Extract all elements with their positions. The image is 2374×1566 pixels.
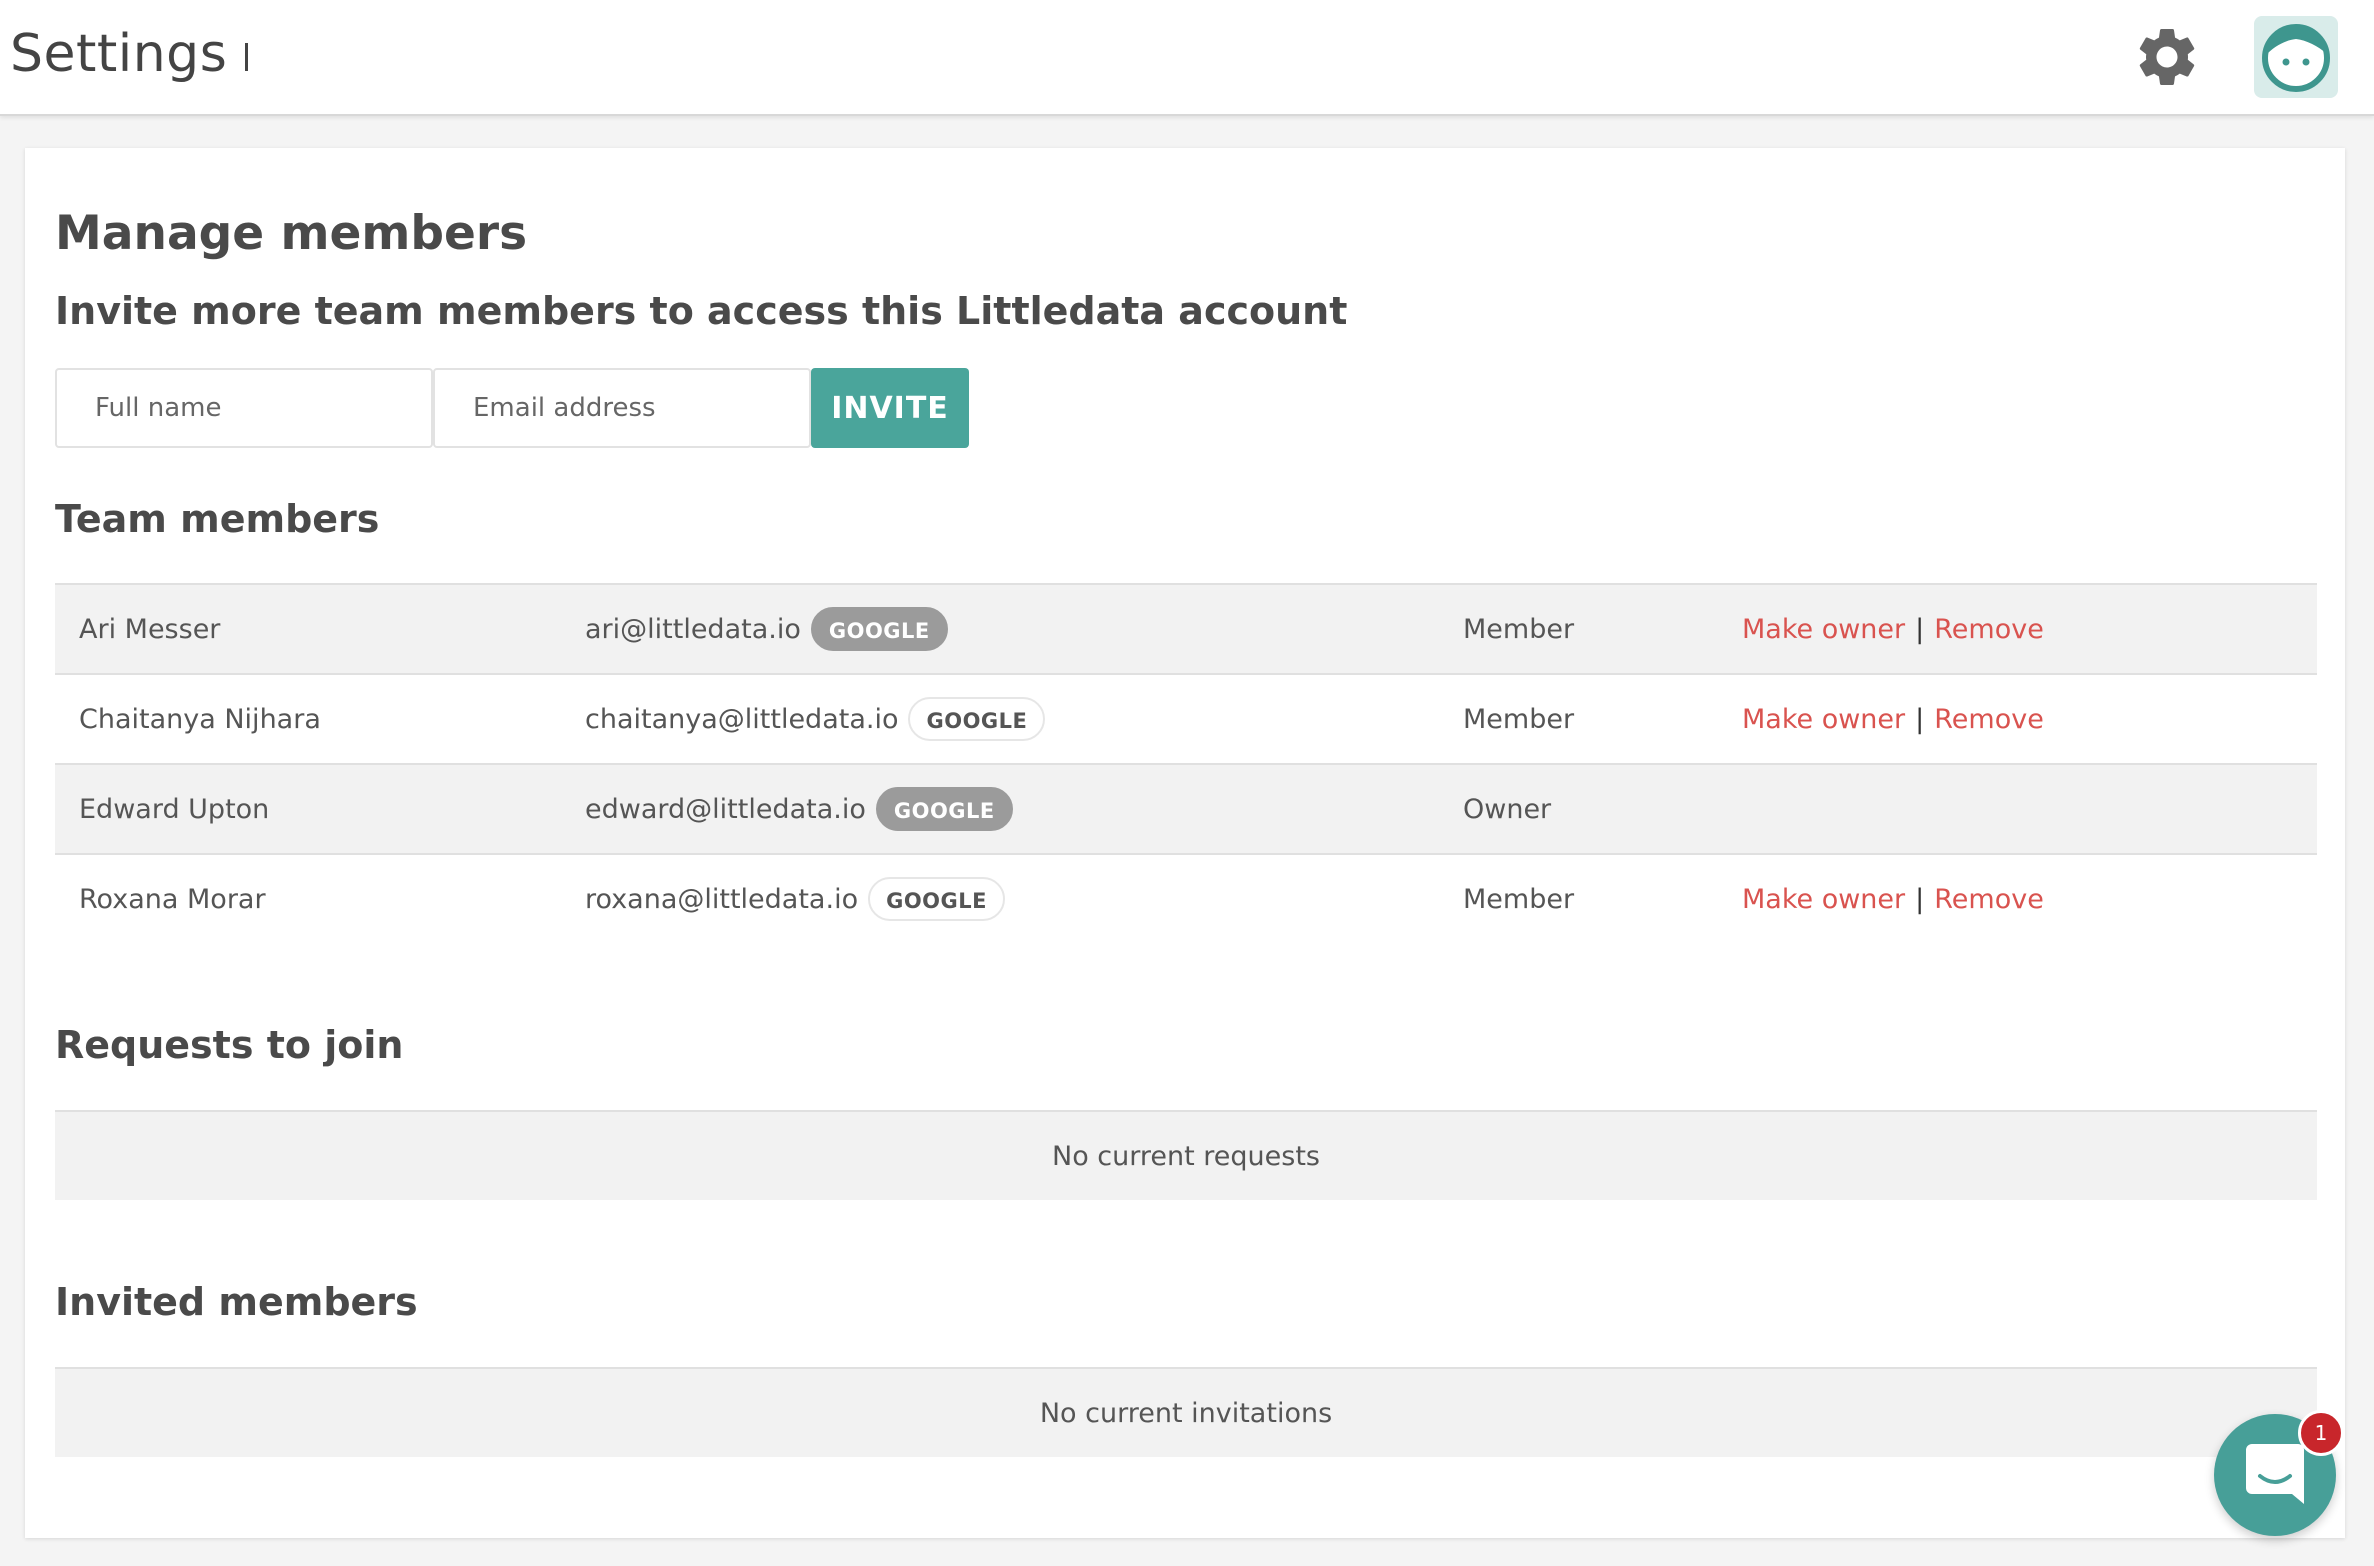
manage-members-card: Manage members Invite more team members …: [25, 148, 2345, 1538]
action-separator: |: [1915, 613, 1925, 645]
member-email-cell: chaitanya@littledata.io GOOGLE: [585, 675, 1046, 763]
remove-link[interactable]: Remove: [1934, 614, 2044, 645]
manage-members-heading: Manage members: [55, 206, 528, 261]
chat-bubble-icon: [2246, 1444, 2304, 1504]
member-email-cell: ari@littledata.io GOOGLE: [585, 585, 948, 673]
member-name: Roxana Morar: [79, 883, 266, 915]
remove-link[interactable]: Remove: [1934, 704, 2044, 735]
requests-empty-state: No current requests: [55, 1110, 2317, 1200]
member-email-cell: roxana@littledata.io GOOGLE: [585, 855, 1005, 943]
remove-link[interactable]: Remove: [1934, 884, 2044, 915]
google-badge: GOOGLE: [868, 877, 1005, 921]
table-row: Chaitanya Nijhara chaitanya@littledata.i…: [55, 675, 2317, 765]
action-separator: |: [1915, 703, 1925, 735]
member-email: edward@littledata.io: [585, 793, 866, 825]
table-row: Roxana Morar roxana@littledata.io GOOGLE…: [55, 855, 2317, 945]
gear-icon: [2139, 28, 2195, 85]
member-actions: Make owner | Remove: [1742, 585, 2044, 673]
invited-members-heading: Invited members: [55, 1280, 418, 1324]
page-title: Settings: [10, 22, 249, 86]
member-role: Owner: [1463, 793, 1552, 825]
google-badge: GOOGLE: [810, 607, 948, 651]
team-members-heading: Team members: [55, 497, 380, 541]
member-role: Member: [1463, 703, 1575, 735]
member-email: ari@littledata.io: [585, 613, 801, 645]
member-name: Chaitanya Nijhara: [79, 703, 321, 735]
invite-form: INVITE: [55, 368, 969, 448]
unread-count-badge: 1: [2298, 1410, 2344, 1456]
google-badge: GOOGLE: [908, 697, 1046, 741]
team-members-table: Ari Messer ari@littledata.io GOOGLE Memb…: [55, 583, 2317, 945]
page-title-text: Settings: [10, 24, 228, 84]
invite-subheading: Invite more team members to access this …: [55, 289, 1348, 333]
table-row: Edward Upton edward@littledata.io GOOGLE…: [55, 765, 2317, 855]
member-name: Edward Upton: [79, 793, 270, 825]
member-role: Member: [1463, 883, 1575, 915]
member-email: chaitanya@littledata.io: [585, 703, 899, 735]
member-email: roxana@littledata.io: [585, 883, 859, 915]
make-owner-link[interactable]: Make owner: [1742, 884, 1905, 915]
google-badge: GOOGLE: [875, 787, 1013, 831]
member-name: Ari Messer: [79, 613, 221, 645]
user-avatar[interactable]: [2254, 16, 2338, 98]
settings-button[interactable]: [2132, 22, 2202, 92]
make-owner-link[interactable]: Make owner: [1742, 614, 1905, 645]
top-bar: Settings: [0, 0, 2374, 116]
title-caret: [245, 43, 249, 71]
full-name-input[interactable]: [55, 368, 433, 448]
email-address-input[interactable]: [433, 368, 811, 448]
member-actions: Make owner | Remove: [1742, 855, 2044, 943]
member-email-cell: edward@littledata.io GOOGLE: [585, 765, 1013, 853]
requests-heading: Requests to join: [55, 1023, 404, 1067]
invite-button[interactable]: INVITE: [811, 368, 969, 448]
invitations-empty-state: No current invitations: [55, 1367, 2317, 1457]
member-actions: Make owner | Remove: [1742, 675, 2044, 763]
member-role: Member: [1463, 613, 1575, 645]
table-row: Ari Messer ari@littledata.io GOOGLE Memb…: [55, 585, 2317, 675]
action-separator: |: [1915, 883, 1925, 915]
make-owner-link[interactable]: Make owner: [1742, 704, 1905, 735]
avatar-face-icon: [2262, 24, 2330, 92]
